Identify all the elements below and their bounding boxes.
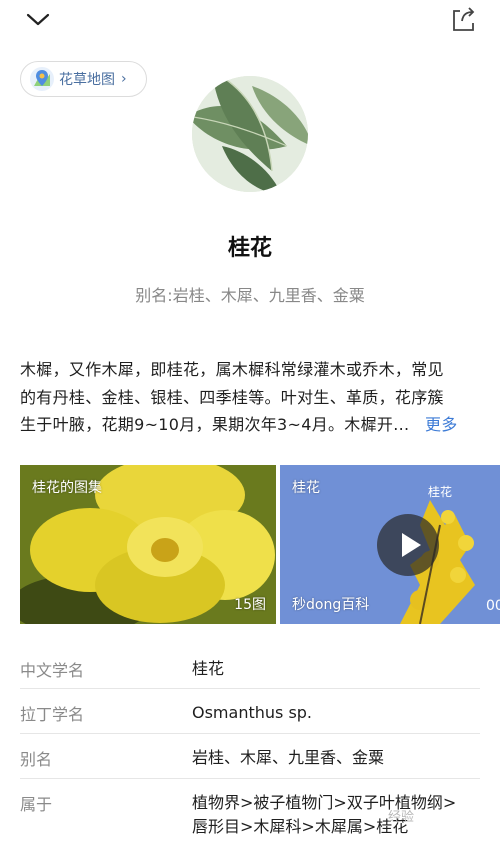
- media-row: 桂花的图集 15图 桂花 桂花 秒dong百科 00: [20, 465, 500, 624]
- leaf-image: [192, 76, 308, 192]
- gallery-card[interactable]: 桂花的图集 15图: [20, 465, 276, 624]
- info-key: 别名: [20, 750, 53, 769]
- description-line: 木樨，又作木犀，即桂花，属木樨科常绿灌木或乔木，常见: [20, 360, 444, 379]
- video-caption: 桂花: [428, 485, 453, 499]
- map-pin-icon: [30, 67, 54, 91]
- info-value: 桂花: [192, 659, 225, 678]
- flower-map-button[interactable]: 花草地图 ›: [20, 61, 147, 97]
- plant-title: 桂花: [227, 236, 272, 261]
- plant-avatar: [192, 76, 308, 192]
- chevron-right-icon: ›: [121, 71, 127, 87]
- info-row: 中文学名 桂花: [20, 645, 480, 689]
- plant-alias: 别名:岩桂、木犀、九里香、金粟: [135, 286, 365, 305]
- info-key: 属于: [20, 795, 53, 814]
- video-card[interactable]: 桂花 桂花 秒dong百科 00: [280, 465, 500, 624]
- top-bar: [0, 0, 500, 48]
- gallery-title: 桂花的图集: [32, 480, 102, 496]
- play-button[interactable]: [377, 514, 439, 576]
- more-link[interactable]: 更多: [425, 411, 458, 439]
- flower-map-label: 花草地图: [59, 72, 115, 88]
- description-line: 的有丹桂、金桂、银桂、四季桂等。叶对生、革质，花序簇: [20, 387, 444, 407]
- taxonomy-line: 唇形目>木犀科>木犀属>桂花: [192, 817, 409, 836]
- share-icon[interactable]: [448, 4, 478, 34]
- info-value: 岩桂、木犀、九里香、金粟: [192, 748, 385, 767]
- info-value: Osmanthus sp.: [192, 703, 313, 722]
- watermark: 经验: [388, 810, 415, 825]
- info-row: 别名 岩桂、木犀、九里香、金粟: [20, 734, 480, 779]
- info-key: 中文学名: [20, 661, 85, 680]
- gallery-count: 15图: [234, 597, 266, 613]
- info-key: 拉丁学名: [20, 705, 85, 724]
- video-source: 秒dong百科: [292, 597, 370, 613]
- chevron-down-icon[interactable]: [24, 8, 52, 30]
- plant-description: 木樨，又作木犀，即桂花，属木樨科常绿灌木或乔木，常见 的有丹桂、金桂、银桂、四季…: [20, 356, 482, 439]
- video-title: 桂花: [292, 480, 320, 496]
- play-icon: [402, 533, 421, 557]
- video-duration: 00: [486, 598, 500, 614]
- info-value: 植物界>被子植物门>双子叶植物纲> 唇形目>木犀科>木犀属>桂花: [192, 779, 480, 849]
- description-line: 生于叶腋，花期9~10月，果期次年3~4月。木樨开...: [20, 415, 410, 434]
- info-row: 拉丁学名 Osmanthus sp.: [20, 689, 480, 734]
- taxonomy-line: 植物界>被子植物门>双子叶植物纲>: [192, 793, 457, 812]
